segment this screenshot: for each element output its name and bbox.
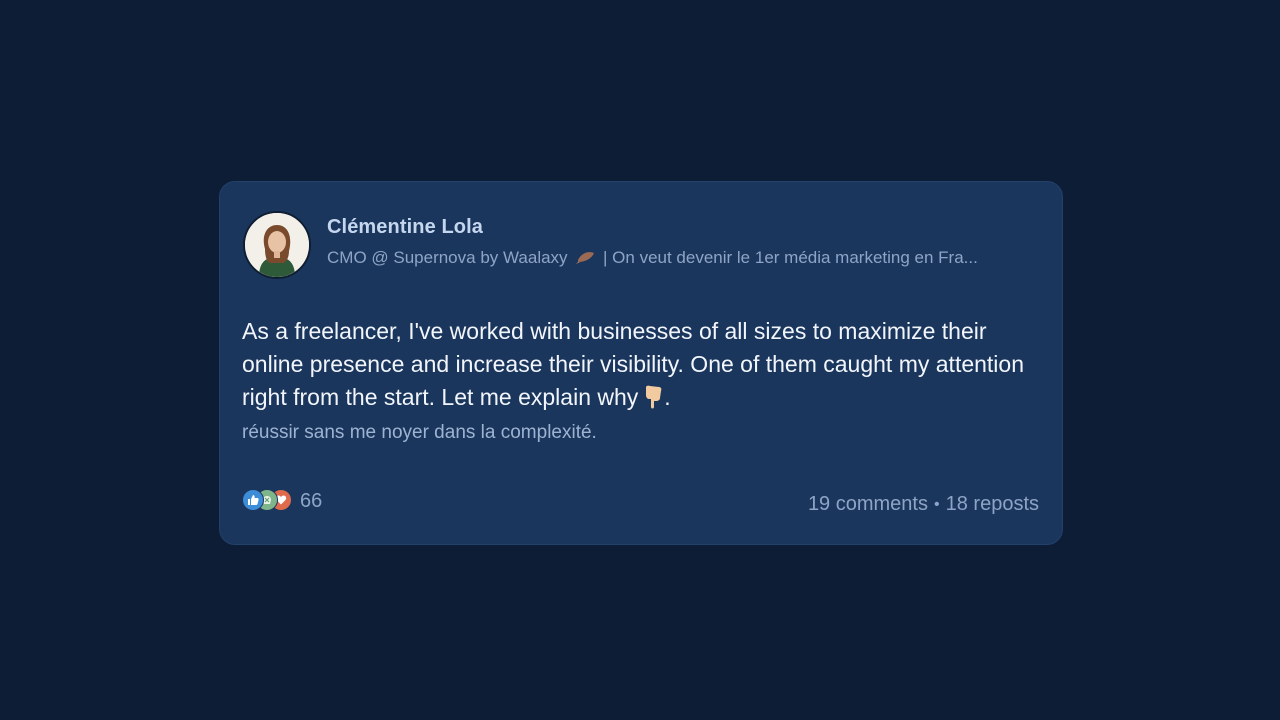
author-info: Clémentine Lola CMO @ Supernova by Waala… <box>327 211 1039 268</box>
comments-count[interactable]: 19 comments <box>808 493 928 516</box>
author-name[interactable]: Clémentine Lola <box>327 216 1039 239</box>
reposts-count[interactable]: 18 reposts <box>946 493 1039 516</box>
author-avatar[interactable] <box>243 211 311 279</box>
headline-title: CMO @ Supernova by Waalaxy <box>327 248 568 267</box>
post-subtext: réussir sans me noyer dans la complexité… <box>242 422 597 443</box>
post-card: Clémentine Lola CMO @ Supernova by Waala… <box>219 181 1063 545</box>
post-body-end: . <box>664 384 671 410</box>
author-headline: CMO @ Supernova by Waalaxy | On veut dev… <box>327 248 1039 268</box>
rocket-emoji-icon <box>576 249 596 264</box>
stats-separator: • <box>934 495 940 513</box>
pointing-down-emoji-icon <box>642 385 664 409</box>
like-icon <box>242 489 264 511</box>
reactions-summary[interactable]: 66 <box>242 489 322 513</box>
headline-description: | On veut devenir le 1er média marketing… <box>603 248 978 267</box>
reaction-icons <box>242 489 296 513</box>
post-body: As a freelancer, I've worked with busine… <box>242 315 1042 414</box>
post-header: Clémentine Lola CMO @ Supernova by Waala… <box>243 211 1039 279</box>
reaction-count: 66 <box>300 489 323 512</box>
post-body-text: As a freelancer, I've worked with busine… <box>242 318 1024 410</box>
avatar-photo <box>245 213 309 277</box>
engagement-stats: 19 comments • 18 reposts <box>808 493 1039 516</box>
